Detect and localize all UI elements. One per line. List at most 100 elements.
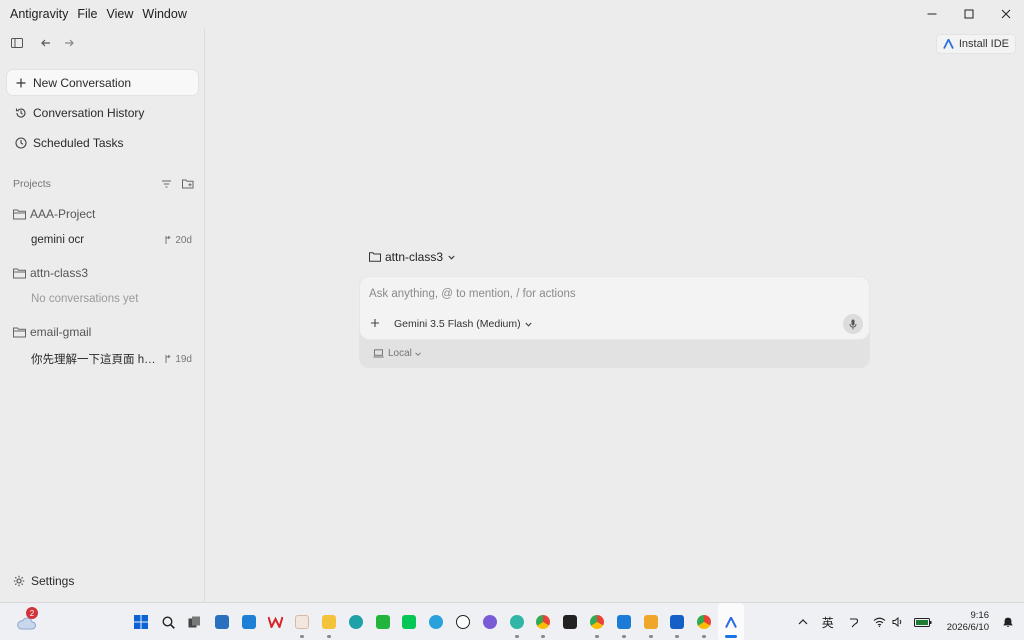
conversation-item[interactable]: gemini ocr 20d (31, 234, 192, 246)
project-item[interactable]: email-gmail (13, 325, 91, 339)
volume-button[interactable] (892, 617, 904, 627)
show-hidden-icons-button[interactable] (798, 619, 808, 625)
app-icon (509, 615, 524, 629)
install-ide-button[interactable]: Install IDE (935, 34, 1016, 54)
conversation-title: gemini ocr (31, 234, 85, 246)
ime-mode-icon (849, 617, 858, 627)
taskbar-app-office[interactable] (289, 603, 316, 640)
bell-icon (1003, 617, 1013, 627)
environment-name: Local (388, 348, 412, 359)
taskbar-app-antigravity[interactable] (717, 603, 745, 640)
chrome-icon (536, 615, 551, 629)
clock[interactable]: 9:16 2026/6/10 (947, 610, 989, 634)
wifi-icon (873, 617, 886, 627)
conversation-age: 20d (175, 234, 192, 246)
new-conversation-button[interactable]: New Conversation (7, 70, 198, 95)
remote-desktop-icon (616, 615, 631, 629)
ime-indicator[interactable]: 英 (822, 614, 834, 631)
search-icon (162, 615, 175, 629)
ime-mode-button[interactable] (848, 617, 859, 628)
folder-icon (13, 267, 26, 279)
taskbar-app-edge[interactable] (342, 603, 369, 640)
menu-view[interactable]: View (107, 7, 134, 21)
voice-input-button[interactable] (843, 314, 863, 334)
app-icon (241, 615, 256, 629)
taskbar-app-chatgpt[interactable] (450, 603, 477, 640)
forward-button[interactable] (62, 36, 75, 49)
toggle-sidebar-button[interactable] (10, 36, 23, 49)
start-button[interactable] (128, 603, 155, 640)
menu-window[interactable]: Window (142, 7, 186, 21)
chrome-icon (697, 615, 712, 629)
settings-button[interactable]: Settings (13, 574, 74, 588)
task-view-button[interactable] (182, 603, 209, 640)
gear-icon (13, 575, 25, 587)
taskbar-app-chrome-2[interactable] (584, 603, 611, 640)
weather-widget[interactable]: 2 (16, 607, 38, 631)
app-window: Antigravity File View Window New Convers… (0, 0, 1024, 602)
model-selector[interactable]: Gemini 3.5 Flash (Medium) (394, 318, 532, 330)
sidebar-toolbar (10, 36, 75, 49)
taskbar-app-outlook[interactable] (664, 603, 691, 640)
chevron-up-icon (798, 619, 808, 625)
network-button[interactable] (873, 617, 886, 627)
telegram-icon (429, 615, 444, 629)
taskbar: 2 英 9:16 2026/6/10 (0, 602, 1024, 640)
branch-icon (165, 235, 171, 244)
environment-selector[interactable]: Local (373, 348, 421, 359)
minimize-icon (927, 13, 936, 15)
store-icon (214, 615, 229, 629)
conversation-meta: 20d (163, 235, 192, 246)
plus-icon (15, 77, 27, 89)
taskbar-app-wps[interactable] (262, 603, 289, 640)
minimize-button[interactable] (913, 0, 950, 28)
menu-bar: Antigravity File View Window (0, 7, 196, 21)
taskbar-app-line[interactable] (396, 603, 423, 640)
line-icon (402, 615, 417, 629)
conversation-item[interactable]: 你先理解一下這頁面 ht... 19d (31, 351, 192, 367)
taskbar-app-remote[interactable] (610, 603, 637, 640)
chat-icon (482, 615, 497, 629)
system-tray: 英 9:16 2026/6/10 (791, 603, 1024, 640)
taskbar-app-chrome[interactable] (530, 603, 557, 640)
taskbar-app-widgets[interactable] (235, 603, 262, 640)
taskbar-app-telegram[interactable] (423, 603, 450, 640)
terminal-icon (563, 615, 578, 629)
arrow-right-icon (64, 39, 74, 46)
app-name: Antigravity (10, 7, 69, 21)
project-item[interactable]: attn-class3 (13, 266, 88, 280)
add-context-button[interactable] (370, 318, 380, 328)
maximize-button[interactable] (950, 0, 987, 28)
conversation-history-button[interactable]: Conversation History (7, 100, 198, 125)
taskbar-app-chat[interactable] (476, 603, 503, 640)
close-button[interactable] (987, 0, 1024, 28)
new-folder-icon[interactable] (182, 179, 194, 189)
notifications-button[interactable] (1002, 616, 1014, 628)
taskbar-app-claude[interactable] (503, 603, 530, 640)
project-item[interactable]: AAA-Project (13, 207, 95, 221)
menu-file[interactable]: File (77, 7, 97, 21)
taskbar-app-wechat[interactable] (369, 603, 396, 640)
taskbar-app-terminal[interactable] (557, 603, 584, 640)
search-button[interactable] (155, 603, 182, 640)
filter-icon[interactable] (161, 179, 172, 189)
back-button[interactable] (39, 36, 52, 49)
speaker-icon (892, 617, 901, 627)
notification-badge: 2 (26, 607, 38, 619)
workspace-selector[interactable]: attn-class3 (369, 250, 455, 264)
task-view-icon (188, 616, 201, 628)
sidebar: New Conversation Conversation History Sc… (0, 28, 205, 602)
battery-button[interactable] (913, 617, 932, 627)
taskbar-app-explorer[interactable] (316, 603, 343, 640)
plus-icon (371, 319, 379, 327)
nav-label: Scheduled Tasks (33, 135, 124, 150)
chrome-icon (589, 615, 604, 629)
taskbar-app-mail[interactable] (637, 603, 664, 640)
scheduled-tasks-button[interactable]: Scheduled Tasks (7, 130, 198, 155)
edge-icon (348, 615, 363, 629)
close-icon (1001, 9, 1010, 19)
taskbar-app-chrome-3[interactable] (691, 603, 718, 640)
taskbar-app-store[interactable] (208, 603, 235, 640)
sidebar-toggle-icon (10, 37, 23, 48)
prompt-input[interactable]: Ask anything, @ to mention, / for action… (369, 288, 576, 300)
